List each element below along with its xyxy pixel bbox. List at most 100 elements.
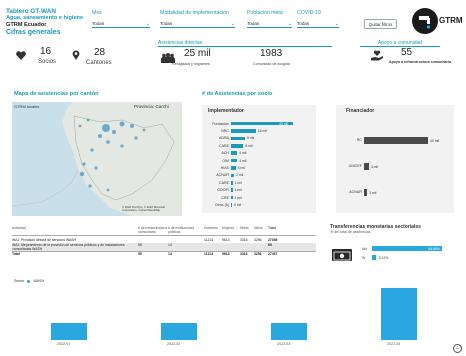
header-title-block: Tablero GT-WAN Agua, saneamiento e higie… (6, 8, 86, 37)
socios-label: Socios (38, 59, 57, 65)
socio-bar (231, 129, 256, 133)
socio-bar-row[interactable]: ACNUR 2 mil (202, 173, 316, 179)
socio-bar-value: 0 mil (234, 202, 242, 207)
socios-value: 16 (40, 46, 52, 57)
table-cell: 14 (168, 243, 172, 247)
apoyo-value: 55 (401, 47, 413, 58)
socio-bar-name: CARE (219, 180, 229, 185)
sector-bar[interactable] (161, 322, 197, 340)
table-col-header: Niños (254, 226, 263, 230)
sector-tick-label: 2022-04 (387, 342, 401, 346)
socio-bar-row[interactable]: CRE 1 mil (202, 195, 316, 201)
map-view[interactable]: GTRM locales Provincia: Carchi © 2022 To… (12, 102, 182, 216)
filter-mes[interactable]: Mes Todas ⌄ (92, 10, 150, 28)
filter-value: Todas (92, 21, 105, 26)
map-province-label: Provincia: Carchi (134, 104, 169, 109)
financiador-chart[interactable]: Financiador RC 40 mil UNICEF 3 mil ACNUR 2 mi… (336, 105, 454, 213)
socio-bar-name: CARE (219, 143, 229, 148)
socio-bar-row[interactable]: HIAS 3 mil (202, 165, 316, 171)
socio-bar-value: 40 mil (279, 121, 289, 126)
apoyo-label: Apoyo a infraestructura comunitaria (389, 60, 451, 64)
table-cell: 55 (138, 243, 142, 247)
socio-bar-row[interactable]: NRC 16 mil (202, 128, 316, 134)
personas-label: Refugiados y migrantes (172, 62, 210, 66)
socio-bar-value: 1 mil (234, 188, 242, 193)
socio-bar-value: 9 mil (246, 136, 255, 141)
socio-bar-name: CRE (221, 195, 229, 200)
socio-bar-row[interactable]: ACH 4 mil (202, 151, 316, 157)
socio-chart[interactable]: Implementador Fundación 40 mil NRC 16 mil AD… (202, 105, 316, 213)
financiador-bar-value: 3 mil (370, 164, 378, 169)
table-cell: 9613 (222, 252, 230, 256)
table-cell: 69 (268, 243, 272, 247)
transfer-bar-name: No (362, 246, 367, 251)
financiador-chart-header: Financiador (346, 108, 375, 114)
socio-bar (231, 158, 238, 163)
filter-label: Mes (92, 10, 102, 16)
comunidad-label: Comunidad de acogida (253, 62, 290, 66)
table-cell: WA2: Mejoramiento de la provisión de ser… (12, 243, 125, 251)
sector-legend-label: WASH (33, 279, 45, 283)
filter-label: Población meta (247, 10, 283, 16)
sector-tick-label: 2022-01 (57, 342, 71, 346)
sector-legend: Sector WASH (14, 279, 44, 283)
money-icon (332, 249, 352, 261)
socio-bar-row[interactable]: OIM 4 mil (202, 158, 316, 164)
heart-icon (16, 47, 26, 65)
table-cell: 14 (168, 252, 172, 256)
table-cell: 3316 (240, 252, 248, 256)
chevron-down-icon: ⌄ (287, 21, 292, 27)
chevron-down-icon: ⌄ (334, 21, 339, 27)
help-icon[interactable]: ⌂ (453, 344, 462, 353)
activity-table: Actividad # de infraestructura comunitar… (12, 226, 316, 257)
financiador-bar[interactable] (364, 189, 368, 196)
table-cell: 27467 (268, 252, 278, 256)
table-row[interactable]: WA2: Mejoramiento de la provisión de ser… (12, 243, 316, 251)
socio-bar-row[interactable]: Otros (5) 0 mil (202, 202, 316, 208)
transfer-bar-name: Sí (362, 255, 366, 260)
table-col-header: Total (268, 226, 276, 230)
table-cell (204, 243, 222, 251)
table-col-header: Hombres (204, 226, 218, 230)
table-col-header: # de infraestructura comunitaria (138, 226, 168, 234)
filter-modalidad[interactable]: Modalidad de implementación Todas ⌄ (160, 10, 235, 28)
table-cell: 11213 (204, 252, 214, 256)
transfer-bar[interactable] (372, 255, 376, 260)
socio-chart-header: Implementador (208, 108, 244, 114)
socio-bar-name: OIM (222, 158, 229, 163)
table-header: Actividad # de infraestructura comunitar… (12, 226, 316, 236)
sector-bar[interactable] (271, 322, 307, 340)
socio-bar (231, 136, 245, 141)
sector-legend-title: Sector (14, 279, 25, 283)
filter-covid[interactable]: COVID-19 Todas ⌄ (297, 10, 339, 28)
table-col-header: Actividad (12, 226, 26, 230)
socio-bar-row[interactable]: COOPI 1 mil (202, 188, 316, 194)
socio-bar-name: ADRA (219, 136, 229, 141)
quitar-filtros-button[interactable]: Quitar filtros (364, 19, 397, 29)
socio-bar-row[interactable]: CARE 8 mil (202, 143, 316, 149)
socio-bar-value: 2 mil (236, 173, 244, 178)
apoyo-header: Apoyo a comunidad (350, 40, 450, 47)
socio-bar-name: COOPI (217, 188, 229, 193)
financiador-bar[interactable] (364, 137, 428, 144)
filter-label: Modalidad de implementación (160, 10, 229, 16)
financiador-bar[interactable] (364, 163, 369, 170)
table-cell (222, 243, 240, 251)
socio-bar-row[interactable]: ADRA 9 mil (202, 136, 316, 142)
filter-poblacion[interactable]: Población meta Todas ⌄ (247, 10, 292, 28)
transfer-bar-value: 94,88% (428, 246, 440, 251)
table-col-header: Niñas (240, 226, 249, 230)
sector-bar[interactable] (381, 288, 417, 340)
socio-bar (231, 203, 232, 207)
chevron-down-icon: ⌄ (145, 21, 150, 27)
socio-bar-value: 1 mil (234, 180, 242, 185)
map-attribution: © 2022 TomTom, © 2022 Microsoft Corporat… (122, 205, 166, 213)
sector-bar[interactable] (51, 322, 87, 340)
socio-bar-row[interactable]: Fundación 40 mil (202, 121, 316, 127)
table-cell: Total (12, 252, 20, 256)
socio-bar-row[interactable]: CARE 1 mil (202, 180, 316, 186)
socio-bar (231, 188, 233, 192)
sector-bar-chart[interactable]: 2022-01 2022-02 2022-03 2022-04 (14, 288, 454, 348)
gtrm-logo: GTRM (439, 16, 463, 25)
table-cell: 3256 (254, 252, 262, 256)
